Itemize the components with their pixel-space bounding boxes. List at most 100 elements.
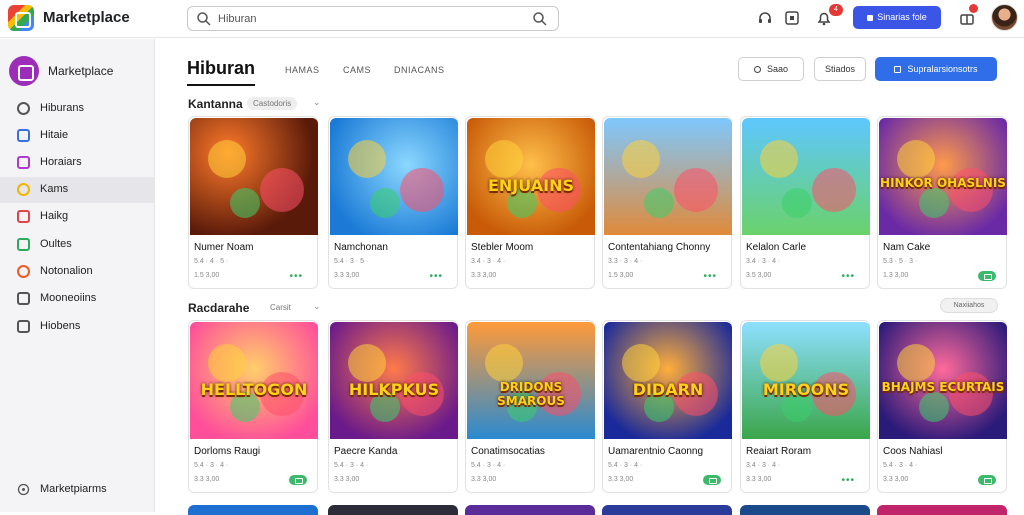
sidebar-item[interactable]: Horaiars: [0, 150, 155, 176]
cart-icon[interactable]: [783, 9, 801, 27]
controller-badge-icon[interactable]: [978, 271, 996, 281]
sidebar-item[interactable]: Hiobens: [0, 314, 155, 340]
tab-dniacans[interactable]: DNIACANS: [394, 65, 445, 75]
thumbnail-decoration: [919, 188, 949, 218]
thumbnail-decoration: [812, 168, 856, 212]
thumbnail-decoration: [485, 140, 523, 178]
ticket-icon: [17, 210, 30, 223]
chevron-down-icon[interactable]: ⌄: [313, 301, 321, 312]
game-thumbnail[interactable]: BHAJMS ECURTAIS: [879, 322, 1007, 439]
peek-card-thumbnail: [465, 505, 595, 515]
primary-action-button[interactable]: Supralarsionsotrs: [875, 57, 997, 81]
thumbnail-decoration: [370, 188, 400, 218]
more-options-icon[interactable]: •••: [703, 271, 717, 282]
sidebar-item[interactable]: Hitaie: [0, 123, 155, 149]
sidebar-item-label: Hiobens: [40, 320, 81, 332]
book-icon: [17, 156, 30, 169]
game-rating-meta: 5.3 · 5 · 3 ·: [883, 258, 918, 265]
game-card[interactable]: MIROONS Reaiart Roram 3.4 · 3 · 4 · 3.3 3,0…: [740, 320, 870, 493]
tab-bar: Hiburan HAMAS CAMS DNIACANS Saao Stiados…: [187, 56, 997, 86]
game-thumbnail[interactable]: [190, 118, 318, 235]
document-icon: [17, 320, 30, 333]
sidebar-item[interactable]: Kams: [0, 177, 155, 203]
more-options-icon[interactable]: •••: [841, 475, 855, 486]
game-thumbnail[interactable]: DIDARN: [604, 322, 732, 439]
game-card[interactable]: Kelalon Carle 3.4 · 3 · 4 · 3.5 3,00 •••: [740, 116, 870, 289]
filter-button[interactable]: Saao: [738, 57, 804, 81]
peek-card-thumbnail: [188, 505, 318, 515]
sidebar-footer-item[interactable]: Marketpiarms: [0, 477, 155, 503]
thumbnail-logo-text: DIDARN: [632, 380, 704, 399]
filter-button-label: Saao: [766, 64, 789, 74]
game-card[interactable]: HINKOR OHASLNIS Nam Cake 5.3 · 5 · 3 · 1.3 …: [877, 116, 1007, 289]
marketplace-footer-icon: [17, 483, 30, 496]
search-icon: [197, 12, 211, 26]
game-title: Kelalon Carle: [746, 242, 807, 253]
thumbnail-decoration: [260, 168, 304, 212]
more-options-icon[interactable]: •••: [841, 271, 855, 282]
thumbnail-decoration: [949, 168, 993, 212]
game-title: Contentahiang Chonny: [608, 242, 711, 253]
sidebar-item[interactable]: Oultes: [0, 232, 155, 258]
sidebar-item-label: Horaiars: [40, 156, 82, 168]
avatar[interactable]: [991, 4, 1018, 31]
game-rating-meta: 5.4 · 3 · 4 ·: [194, 462, 229, 469]
peek-card-thumbnail: [740, 505, 870, 515]
upgrade-button[interactable]: Sinarias fole: [853, 6, 941, 29]
game-title: Reaiart Roram: [746, 446, 812, 457]
game-thumbnail[interactable]: [330, 118, 458, 235]
game-download-count: 3.3 3,00: [194, 476, 220, 483]
more-options-icon[interactable]: •••: [429, 271, 443, 282]
game-card[interactable]: Numer Noam 5.4 · 4 · 5 · 1.5 3,00 •••: [188, 116, 318, 289]
gift-badge: [969, 4, 978, 13]
game-thumbnail[interactable]: HELLTOGON: [190, 322, 318, 439]
game-rating-meta: 5.4 · 3 · 4 ·: [334, 462, 369, 469]
controller-badge-icon[interactable]: [703, 475, 721, 485]
tab-hiburan[interactable]: Hiburan: [187, 58, 256, 86]
tab-hamas[interactable]: HAMAS: [285, 65, 320, 75]
add-icon: [894, 66, 902, 73]
sidebar-item[interactable]: Hiburans: [0, 96, 155, 122]
game-card[interactable]: HILKPKUS Paecre Kanda 5.4 · 3 · 4 · 3.3 3,0…: [328, 320, 458, 493]
search-submit-icon[interactable]: [532, 11, 548, 27]
puzzle-icon: [17, 129, 30, 142]
peek-card-thumbnail: [602, 505, 732, 515]
game-card[interactable]: BHAJMS ECURTAIS Coos Nahiasl 5.4 · 3 · 4 ·…: [877, 320, 1007, 493]
game-card[interactable]: DIDARN Uamarentnio Caonng 5.4 · 3 · 4 · 3.3…: [602, 320, 732, 493]
headset-icon[interactable]: [756, 9, 774, 27]
search-bar[interactable]: [187, 6, 559, 31]
game-card[interactable]: Contentahiang Chonny 3.3 · 3 · 4 · 1.5 3,0…: [602, 116, 732, 289]
app-logo-icon[interactable]: [8, 5, 34, 31]
sidebar-item[interactable]: Notonalion: [0, 259, 155, 285]
game-thumbnail[interactable]: ENJUAINS: [467, 118, 595, 235]
game-thumbnail[interactable]: [604, 118, 732, 235]
thumbnail-decoration: [919, 392, 949, 422]
controller-badge-icon[interactable]: [978, 475, 996, 485]
game-thumbnail[interactable]: MIROONS: [742, 322, 870, 439]
game-thumbnail[interactable]: HILKPKUS: [330, 322, 458, 439]
controller-badge-icon[interactable]: [289, 475, 307, 485]
see-more-chip[interactable]: Naxiiahos: [940, 298, 998, 313]
thumbnail-decoration: [348, 140, 386, 178]
game-thumbnail[interactable]: [742, 118, 870, 235]
user-icon: [753, 66, 761, 73]
sidebar-item[interactable]: Mooneoiins: [0, 286, 155, 312]
game-download-count: 3.5 3,00: [746, 272, 772, 279]
game-card[interactable]: ENJUAINS Stebler Moom 3.4 · 3 · 4 · 3.3 3,0…: [465, 116, 595, 289]
tab-cams[interactable]: CAMS: [343, 65, 371, 75]
game-card[interactable]: Namchonan 5.4 · 3 · 5 · 3.3 3,00 •••: [328, 116, 458, 289]
sidebar-item[interactable]: Haikg: [0, 204, 155, 230]
game-thumbnail[interactable]: DRIDONS SMAROUS: [467, 322, 595, 439]
section-chip-carsit[interactable]: Carsit: [264, 301, 297, 314]
game-card[interactable]: HELLTOGON Dorloms Raugi 5.4 · 3 · 4 · 3.3 3…: [188, 320, 318, 493]
game-card[interactable]: DRIDONS SMAROUS Conatimsocatias 5.4 · 3 · …: [465, 320, 595, 493]
game-rating-meta: 3.3 · 3 · 4 ·: [608, 258, 643, 265]
section-chip-castodoris[interactable]: Castodoris: [247, 97, 298, 110]
game-download-count: 3.3 3,00: [883, 476, 909, 483]
sort-button[interactable]: Stiados: [814, 57, 866, 81]
search-icon: [17, 292, 30, 305]
more-options-icon[interactable]: •••: [289, 271, 303, 282]
game-thumbnail[interactable]: HINKOR OHASLNIS: [879, 118, 1007, 235]
chevron-down-icon[interactable]: ⌄: [313, 97, 321, 108]
search-input[interactable]: [218, 10, 518, 28]
